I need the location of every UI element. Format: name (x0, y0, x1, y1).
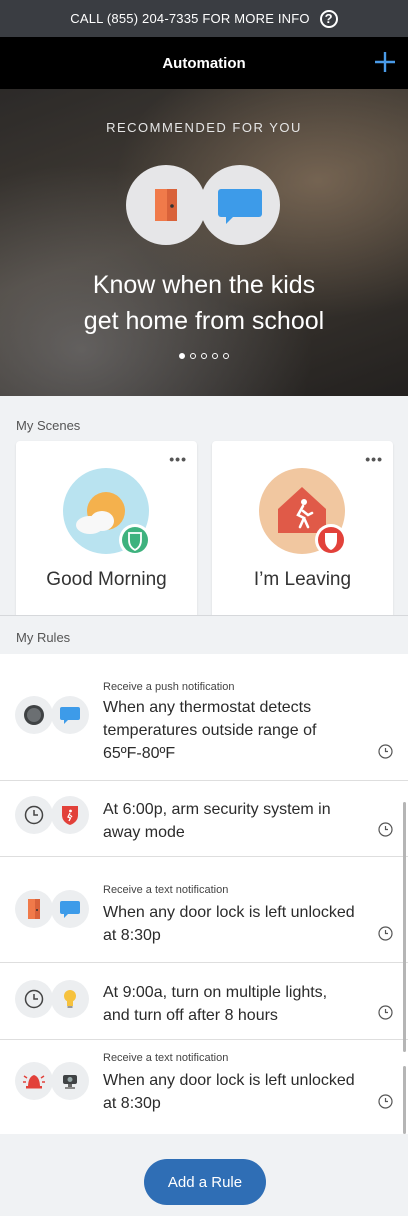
scene-card-good-morning[interactable]: ••• Good Morning (16, 441, 197, 621)
rule-icons (15, 696, 89, 734)
page-title: Automation (162, 54, 246, 72)
hero-headline-line1: Know when the kids (92, 271, 316, 299)
scene-card-im-leaving[interactable]: ••• I’m Leaving (212, 441, 393, 621)
my-rules-header: My Rules (0, 615, 408, 655)
recommended-eyebrow: RECOMMENDED FOR YOU (106, 120, 302, 135)
rule-text-line: at 8:30p (103, 1095, 161, 1112)
pager-dot[interactable] (179, 353, 185, 359)
rule-subtitle: Receive a text notification (103, 1052, 229, 1064)
rule-item[interactable]: At 6:00p, arm security system in away mo… (0, 781, 408, 857)
leaving-house-icon (259, 468, 347, 556)
rule-item[interactable]: Receive a push notification When any the… (0, 654, 408, 781)
hero-headline: Know when the kids get home from school (0, 267, 408, 339)
rule-icons (15, 980, 89, 1018)
carousel-pager (0, 353, 408, 359)
rule-text-line: at 8:30p (103, 927, 161, 944)
scene-name: Good Morning (46, 569, 167, 590)
rule-text-line: At 6:00p, arm security system in (103, 801, 331, 818)
door-icon (15, 890, 53, 928)
clock-icon (15, 980, 53, 1018)
pager-dot[interactable] (201, 353, 207, 359)
light-bulb-icon (51, 980, 89, 1018)
hero-icon-group (126, 165, 280, 245)
rule-description: When any door lock is left unlocked at 8… (103, 901, 368, 947)
rules-scrollbar[interactable] (403, 802, 406, 1052)
thermostat-icon (15, 696, 53, 734)
rule-text-line: temperatures outside range of (103, 722, 317, 739)
clock-icon (15, 796, 53, 834)
rules-scrollbar-thumb[interactable] (403, 1066, 406, 1134)
rule-item[interactable]: At 9:00a, turn on multiple lights, and t… (0, 963, 408, 1040)
rule-description: When any door lock is left unlocked at 8… (103, 1069, 368, 1115)
chat-bubble-icon (200, 165, 280, 245)
clock-icon (378, 1094, 393, 1109)
call-banner-text: CALL (855) 204-7335 FOR MORE INFO (70, 11, 310, 26)
security-camera-icon (51, 1062, 89, 1100)
clock-icon (378, 926, 393, 941)
my-rules-label: My Rules (16, 630, 71, 645)
footer-bar: Add a Rule (0, 1134, 408, 1216)
rule-text-line: At 9:00a, turn on multiple lights, (103, 984, 328, 1001)
clock-icon (378, 1005, 393, 1020)
alarm-bell-icon (15, 1062, 53, 1100)
rule-description: When any thermostat detects temperatures… (103, 696, 368, 765)
rule-text-line: When any door lock is left unlocked (103, 1072, 355, 1089)
rule-text-line: away mode (103, 824, 185, 841)
rule-icons (15, 796, 89, 834)
rule-description: At 6:00p, arm security system in away mo… (103, 798, 368, 844)
rule-description: At 9:00a, turn on multiple lights, and t… (103, 981, 368, 1027)
door-icon (126, 165, 206, 245)
pager-dot[interactable] (212, 353, 218, 359)
rule-subtitle: Receive a push notification (103, 681, 235, 693)
sunrise-icon (63, 468, 151, 556)
pager-dot[interactable] (223, 353, 229, 359)
more-options-icon[interactable]: ••• (365, 451, 383, 467)
rules-list[interactable]: Receive a push notification When any the… (0, 654, 408, 1134)
security-shield-icon (51, 796, 89, 834)
rule-text-line: 65ºF-80ºF (103, 745, 176, 762)
rule-item[interactable]: Receive a text notification When any doo… (0, 857, 408, 963)
rule-icons (15, 890, 89, 928)
add-rule-button[interactable]: Add a Rule (144, 1159, 266, 1205)
pager-dot[interactable] (190, 353, 196, 359)
recommendation-carousel[interactable]: RECOMMENDED FOR YOU Know when the kids g… (0, 89, 408, 396)
rule-icons (15, 1062, 89, 1100)
rule-text-line: When any door lock is left unlocked (103, 904, 355, 921)
more-options-icon[interactable]: ••• (169, 451, 187, 467)
clock-icon (378, 822, 393, 837)
rule-text-line: When any thermostat detects (103, 699, 312, 716)
rule-text-line: and turn off after 8 hours (103, 1007, 278, 1024)
scene-name: I’m Leaving (253, 569, 352, 590)
chat-bubble-icon (51, 890, 89, 928)
hero-headline-line2: get home from school (83, 307, 325, 335)
plus-icon[interactable] (372, 49, 398, 75)
help-icon[interactable]: ? (319, 9, 338, 28)
top-nav-bar: Automation (0, 37, 408, 89)
clock-icon (378, 744, 393, 759)
rule-item[interactable]: Receive a text notification When any doo… (0, 1040, 408, 1134)
rule-subtitle: Receive a text notification (103, 884, 229, 896)
my-scenes-label: My Scenes (16, 418, 81, 433)
call-banner[interactable]: CALL (855) 204-7335 FOR MORE INFO ? (0, 0, 408, 37)
chat-bubble-icon (51, 696, 89, 734)
